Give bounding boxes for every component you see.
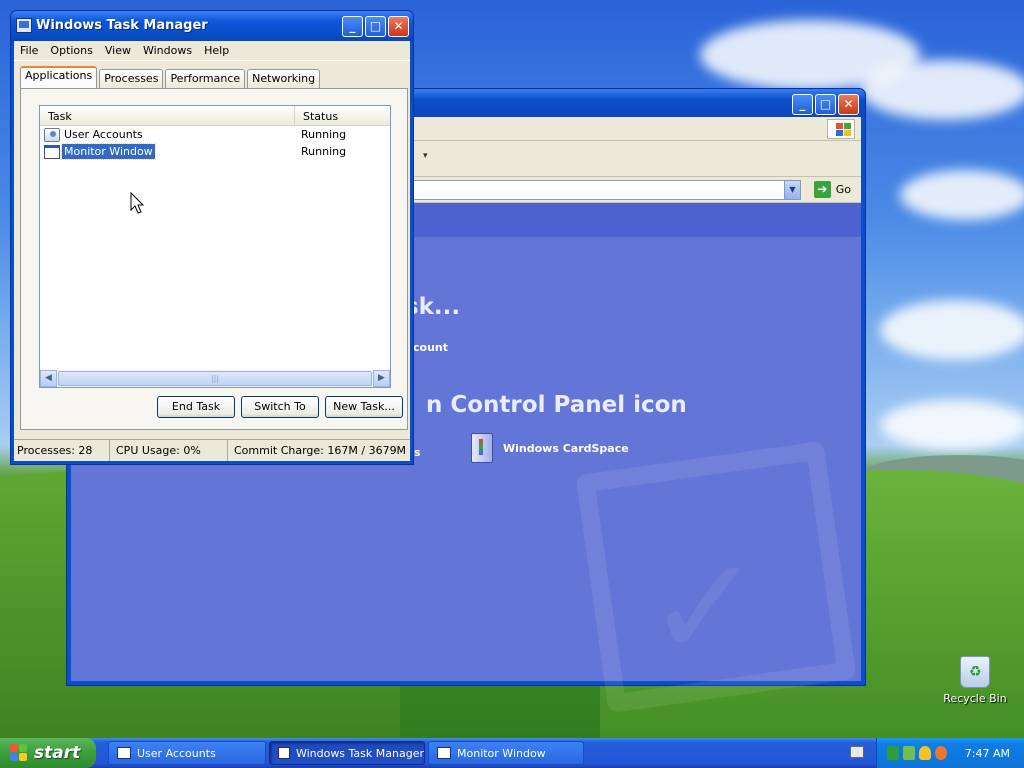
maximize-button[interactable]: □ [815,94,836,115]
cardspace-icon [471,433,493,463]
security-shield-icon[interactable] [919,746,931,760]
tab-networking[interactable]: Networking [247,69,321,88]
address-dropdown-icon[interactable]: ▼ [784,181,800,199]
cardspace-item[interactable]: Windows CardSpace [471,433,629,463]
minimize-button[interactable]: _ [342,16,363,37]
windows-flag-icon [10,744,28,762]
tab-applications[interactable]: Applications [20,66,98,88]
tab-processes[interactable]: Processes [99,69,164,88]
status-bar: Processes: 28 CPU Usage: 0% Commit Charg… [14,439,410,461]
menu-bar: File Options View Windows Help [14,41,410,61]
mouse-cursor-icon [130,191,145,214]
recycle-bin-shortcut[interactable]: ♻ Recycle Bin [940,656,1010,705]
menu-windows[interactable]: Windows [137,44,198,57]
recycle-bin-label: Recycle Bin [943,692,1007,705]
menu-file[interactable]: File [14,44,44,57]
keyboard-icon[interactable] [850,746,864,758]
tab-strip: Applications Processes Performance Netwo… [20,66,322,88]
task-list[interactable]: Task Status User Accounts Running Monito… [39,105,391,388]
switch-to-button[interactable]: Switch To [241,396,319,418]
user-accounts-icon [44,127,60,142]
list-header: Task Status [40,106,390,126]
taskbar-item-label: User Accounts [137,746,216,760]
network-icon[interactable] [887,746,899,760]
go-label: Go [835,183,851,196]
task-status: Running [301,128,347,141]
taskbar-item-task-manager[interactable]: Windows Task Manager [269,741,425,765]
close-button[interactable]: ✕ [388,16,409,37]
window-title: Windows Task Manager [36,18,208,33]
processes-count: Processes: 28 [14,440,110,461]
system-tray: 7:47 AM [876,738,1024,768]
taskbar-item-label: Monitor Window [457,746,546,760]
commit-charge: Commit Charge: 167M / 3679M [234,444,407,457]
taskbar: start User Accounts Windows Task Manager… [0,738,1024,768]
dropdown-arrow-icon[interactable]: ▾ [423,151,428,161]
start-button[interactable]: start [0,738,96,768]
scroll-right-icon[interactable]: ▶ [373,370,390,387]
taskbar-item-user-accounts[interactable]: User Accounts [108,741,266,765]
menu-view[interactable]: View [99,44,137,57]
window-icon [437,747,451,759]
task-manager-icon [16,18,32,33]
maximize-button[interactable]: □ [365,16,386,37]
tab-performance[interactable]: Performance [165,69,246,88]
start-label: start [34,743,81,763]
update-icon[interactable] [903,746,915,760]
table-row[interactable]: User Accounts Running [40,126,390,143]
column-header-status[interactable]: Status [295,106,390,125]
search-icon[interactable] [935,746,947,760]
task-manager-icon [278,747,290,759]
task-manager-window: Windows Task Manager _ □ ✕ File Options … [10,10,414,465]
minimize-button[interactable]: _ [792,94,813,115]
pick-icon-heading: n Control Panel icon [426,392,687,418]
cardspace-label: Windows CardSpace [503,441,629,455]
task-name: User Accounts [64,128,143,141]
table-row[interactable]: Monitor Window Running [40,143,390,160]
clock[interactable]: 7:47 AM [965,747,1010,760]
taskbar-item-label: Windows Task Manager [295,746,424,760]
recycle-bin-icon: ♻ [960,656,990,688]
task-manager-titlebar[interactable]: Windows Task Manager _ □ ✕ [11,11,413,41]
task-manager-body: File Options View Windows Help Applicati… [14,41,410,461]
task-status: Running [301,145,347,158]
end-task-button[interactable]: End Task [157,396,235,418]
close-button[interactable]: ✕ [838,94,859,115]
go-button[interactable]: ➔ Go [813,181,851,198]
checkmark-watermark-icon: ✓ [646,527,764,690]
scroll-thumb[interactable]: ||| [58,371,372,386]
menu-help[interactable]: Help [198,44,235,57]
account-link[interactable]: count [413,341,448,354]
column-header-task[interactable]: Task [40,106,295,125]
control-panel-icon [117,747,131,759]
taskbar-item-monitor-window[interactable]: Monitor Window [428,741,584,765]
cpu-usage: CPU Usage: 0% [110,440,228,461]
truncated-item[interactable]: s [414,446,421,459]
menu-options[interactable]: Options [44,44,98,57]
go-arrow-icon: ➔ [813,181,831,198]
scroll-left-icon[interactable]: ◀ [40,370,57,387]
task-name: Monitor Window [61,143,156,160]
new-task-button[interactable]: New Task... [325,396,403,418]
horizontal-scrollbar[interactable]: ◀ ||| ▶ [40,370,390,387]
applications-panel: Task Status User Accounts Running Monito… [20,88,408,430]
window-icon [44,144,60,159]
windows-logo-icon [827,119,855,139]
